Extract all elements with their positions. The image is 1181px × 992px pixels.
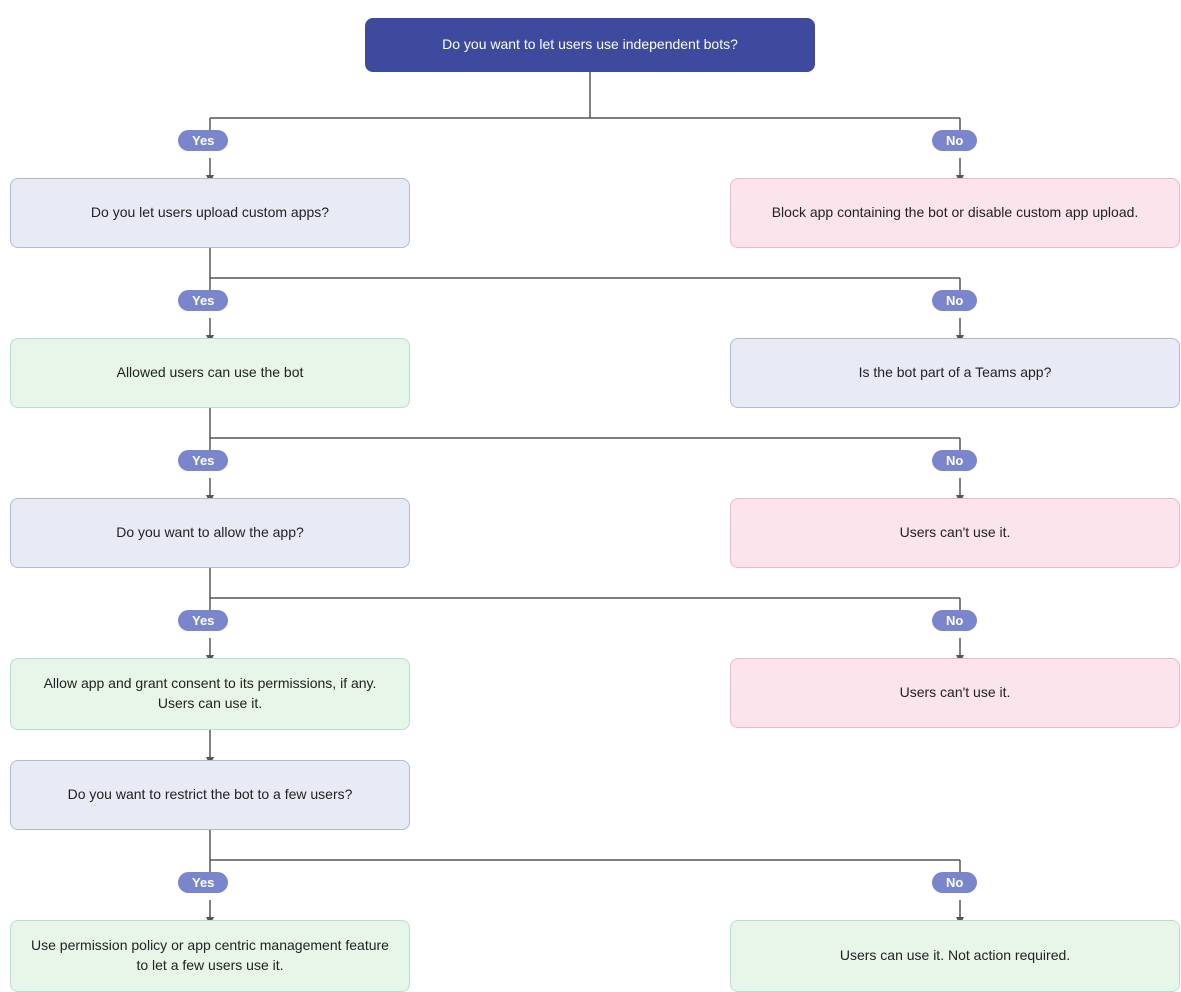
badge-yes1: Yes (178, 130, 228, 151)
node-n6: Users can't use it. (730, 498, 1180, 568)
flowchart-diagram: Do you want to let users use independent… (0, 0, 1181, 964)
badge-yes5: Yes (178, 872, 228, 893)
node-n11: Users can use it. Not action required. (730, 920, 1180, 992)
badge-no2: No (932, 290, 977, 311)
node-n5: Do you want to allow the app? (10, 498, 410, 568)
badge-yes2: Yes (178, 290, 228, 311)
badge-no5: No (932, 872, 977, 893)
node-n3: Allowed users can use the bot (10, 338, 410, 408)
node-n1: Do you let users upload custom apps? (10, 178, 410, 248)
node-n8: Users can't use it. (730, 658, 1180, 728)
node-n2: Block app containing the bot or disable … (730, 178, 1180, 248)
node-n4: Is the bot part of a Teams app? (730, 338, 1180, 408)
badge-no3: No (932, 450, 977, 471)
node-n9: Do you want to restrict the bot to a few… (10, 760, 410, 830)
badge-no1: No (932, 130, 977, 151)
root-node: Do you want to let users use independent… (365, 18, 815, 72)
node-n7: Allow app and grant consent to its permi… (10, 658, 410, 730)
node-n10: Use permission policy or app centric man… (10, 920, 410, 992)
badge-no4: No (932, 610, 977, 631)
badge-yes4: Yes (178, 610, 228, 631)
badge-yes3: Yes (178, 450, 228, 471)
